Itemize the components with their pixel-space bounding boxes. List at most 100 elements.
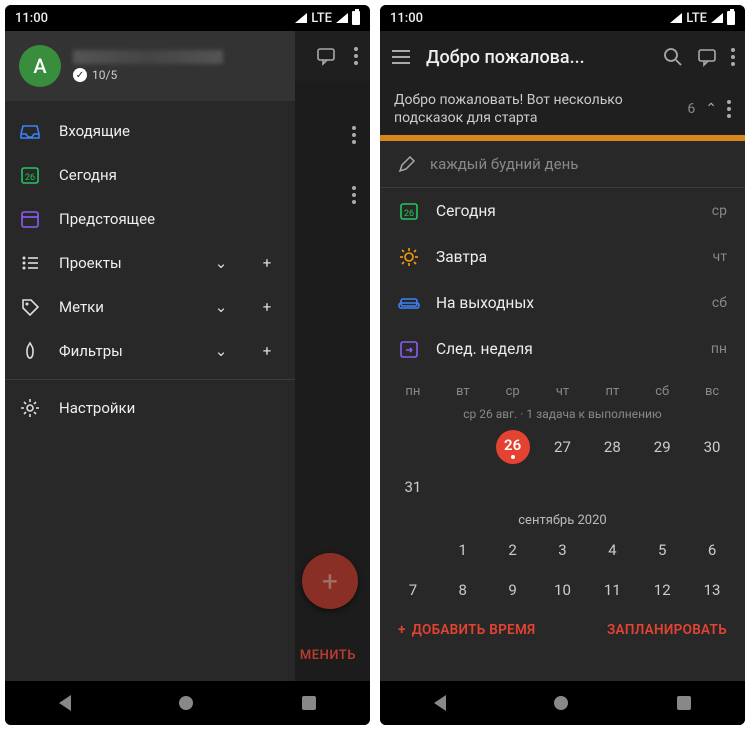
chevron-down-icon[interactable]: ⌄: [207, 254, 235, 272]
cal-day[interactable]: 30: [687, 427, 737, 467]
nav-labels[interactable]: Метки ⌄ +: [5, 285, 295, 329]
battery-icon: [727, 11, 735, 25]
task-dot: [511, 455, 515, 459]
wd: вс: [687, 378, 737, 405]
nav-recent[interactable]: [302, 696, 316, 710]
comment-icon[interactable]: [316, 46, 336, 66]
add-time-button[interactable]: + ДОБАВИТЬ ВРЕМЯ: [398, 622, 536, 638]
cal-day: [438, 427, 488, 467]
fab-add[interactable]: +: [302, 553, 358, 609]
subheader-text: Добро пожаловать! Вот несколько подсказо…: [394, 91, 677, 127]
schedule-button[interactable]: ЗАПЛАНИРОВАТЬ: [607, 622, 727, 638]
status-time: 11:00: [15, 11, 48, 26]
bg-action-text[interactable]: МЕНИТЬ: [300, 648, 356, 663]
tag-icon: [19, 296, 41, 318]
chevron-down-icon[interactable]: ⌄: [207, 342, 235, 360]
cal-day[interactable]: 3: [538, 530, 588, 570]
add-project-icon[interactable]: +: [253, 254, 281, 272]
cal-today-num: 26: [504, 436, 521, 454]
more-icon[interactable]: [354, 47, 358, 65]
more-icon: [352, 186, 356, 204]
nav-upcoming-label: Предстоящее: [59, 210, 281, 228]
page-title: Добро пожалова...: [426, 47, 649, 68]
cal-day[interactable]: 7: [388, 570, 438, 610]
screen-right: Добро пожалова... Добро пожаловать! Вот …: [380, 31, 745, 681]
menu-icon[interactable]: [390, 48, 412, 66]
cal-day[interactable]: 13: [687, 570, 737, 610]
quick-weekend-day: сб: [712, 295, 727, 311]
nav-home[interactable]: [554, 696, 568, 710]
pencil-icon: [398, 155, 416, 173]
calendar-week1: 26 27 28 29 30: [388, 427, 737, 467]
chevron-up-icon[interactable]: ⌃: [705, 100, 717, 118]
quick-tomorrow[interactable]: Завтра чт: [380, 234, 745, 280]
cal-day: [388, 427, 438, 467]
quick-today[interactable]: 26 Сегодня ср: [380, 188, 745, 234]
wd: пт: [587, 378, 637, 405]
more-icon[interactable]: [727, 100, 731, 118]
add-label-icon[interactable]: +: [253, 298, 281, 316]
search-icon[interactable]: [663, 47, 683, 67]
plus-icon: +: [398, 622, 406, 638]
cal-day[interactable]: 2: [488, 530, 538, 570]
nav-filters[interactable]: Фильтры ⌄ +: [5, 329, 295, 373]
more-icon[interactable]: [731, 48, 735, 66]
phone-left: 11:00 LTE + МЕНИТЬ A: [5, 5, 370, 725]
nav-inbox[interactable]: Входящие: [5, 109, 295, 153]
screen-left: + МЕНИТЬ A ✓ 10/5 Входящие: [5, 31, 370, 681]
list-icon: [19, 252, 41, 274]
scheduler-sheet: каждый будний день 26 Сегодня ср Завтра …: [380, 141, 745, 681]
cal-day[interactable]: 5: [637, 530, 687, 570]
calendar: пн вт ср чт пт сб вс ср 26 авг. · 1 зада…: [380, 372, 745, 610]
check-icon: ✓: [73, 68, 87, 82]
android-nav: [380, 681, 745, 725]
scheduler-actions: + ДОБАВИТЬ ВРЕМЯ ЗАПЛАНИРОВАТЬ: [380, 610, 745, 650]
cal-day[interactable]: 4: [587, 530, 637, 570]
nav-inbox-label: Входящие: [59, 122, 281, 140]
cal-day[interactable]: 10: [538, 570, 588, 610]
bg-row-more[interactable]: [290, 111, 370, 159]
cal-day[interactable]: 8: [438, 570, 488, 610]
cal-day[interactable]: 27: [538, 427, 588, 467]
nav-home[interactable]: [179, 696, 193, 710]
network-label: LTE: [686, 11, 707, 26]
cal-day[interactable]: 31: [388, 467, 438, 507]
nav-back[interactable]: [59, 695, 71, 711]
nav-settings-label: Настройки: [59, 399, 281, 417]
nav-labels-label: Метки: [59, 298, 189, 316]
bg-row-more-2[interactable]: [290, 171, 370, 219]
cal-day[interactable]: 28: [587, 427, 637, 467]
cal-day[interactable]: 1: [438, 530, 488, 570]
cal-day-today[interactable]: 26: [488, 427, 538, 467]
nav-today[interactable]: 26 Сегодня: [5, 153, 295, 197]
status-right: LTE: [295, 11, 360, 26]
network-label: LTE: [311, 11, 332, 26]
quick-next-week[interactable]: След. неделя пн: [380, 326, 745, 372]
cal-day[interactable]: 29: [637, 427, 687, 467]
inbox-icon: [19, 120, 41, 142]
nav-back[interactable]: [434, 695, 446, 711]
nav-recent[interactable]: [677, 696, 691, 710]
phone-right: 11:00 LTE Добро пожалова... Добро пожало…: [380, 5, 745, 725]
calendar-week2: 31: [388, 467, 737, 507]
add-filter-icon[interactable]: +: [253, 342, 281, 360]
calendar-month: сентябрь 2020: [388, 507, 737, 530]
nav-upcoming[interactable]: Предстоящее: [5, 197, 295, 241]
calendar-week3: 1 2 3 4 5 6: [388, 530, 737, 570]
drawer-header[interactable]: A ✓ 10/5: [5, 31, 295, 101]
nav-drawer: A ✓ 10/5 Входящие: [5, 31, 295, 681]
quick-list: 26 Сегодня ср Завтра чт На выходных сб С…: [380, 188, 745, 372]
chevron-down-icon[interactable]: ⌄: [207, 298, 235, 316]
nav-settings[interactable]: Настройки: [5, 386, 295, 430]
cal-day[interactable]: 12: [637, 570, 687, 610]
cal-day[interactable]: 11: [587, 570, 637, 610]
cal-day[interactable]: 6: [687, 530, 737, 570]
avatar: A: [19, 45, 61, 87]
comment-icon[interactable]: [697, 47, 717, 67]
user-meta: ✓ 10/5: [73, 50, 223, 82]
quick-weekend[interactable]: На выходных сб: [380, 280, 745, 326]
cal-day[interactable]: 9: [488, 570, 538, 610]
status-right: LTE: [670, 11, 735, 26]
schedule-input[interactable]: каждый будний день: [380, 141, 745, 188]
nav-projects[interactable]: Проекты ⌄ +: [5, 241, 295, 285]
